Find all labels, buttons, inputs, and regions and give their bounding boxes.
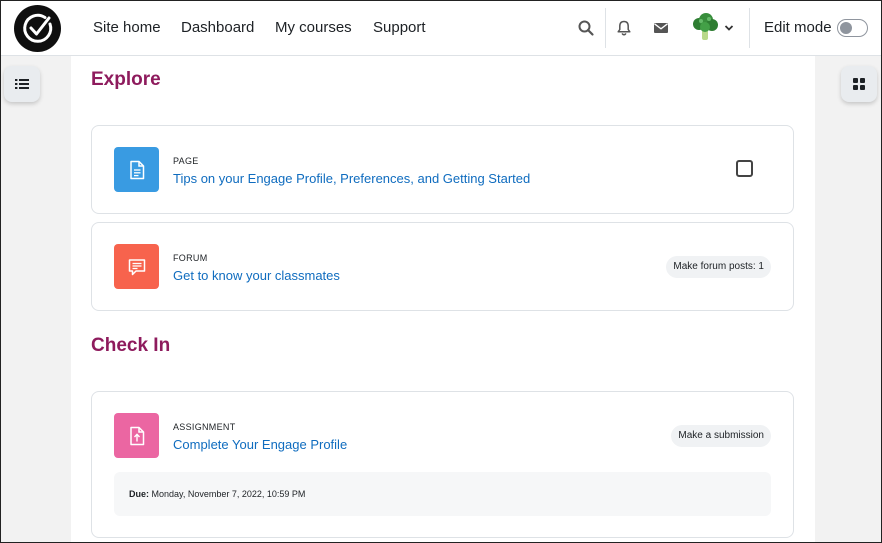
completion-checkbox[interactable] xyxy=(736,160,753,177)
completion-badge: Make a submission xyxy=(671,425,771,447)
section-title-check-in: Check In xyxy=(91,335,171,356)
edit-mode-label: Edit mode xyxy=(764,19,832,36)
section-title-explore: Explore xyxy=(91,69,161,90)
activity-card-page: PAGE Tips on your Engage Profile, Prefer… xyxy=(91,125,794,214)
site-logo[interactable] xyxy=(14,5,61,52)
navbar-divider xyxy=(749,8,750,48)
course-index-toggle[interactable] xyxy=(4,66,40,102)
list-icon xyxy=(15,79,29,89)
completion-badge: Make forum posts: 1 xyxy=(666,256,771,278)
forum-icon xyxy=(114,244,159,289)
nav-dashboard[interactable]: Dashboard xyxy=(181,19,254,36)
user-avatar-broccoli-icon[interactable] xyxy=(690,12,720,42)
nav-support[interactable]: Support xyxy=(373,19,426,36)
notification-bell-icon[interactable] xyxy=(615,19,633,37)
nav-my-courses[interactable]: My courses xyxy=(275,19,352,36)
due-label: Due: xyxy=(129,489,149,499)
navbar-divider xyxy=(605,8,606,48)
toggle-knob xyxy=(840,22,852,34)
nav-site-home[interactable]: Site home xyxy=(93,19,161,36)
user-menu-chevron-down-icon[interactable] xyxy=(724,24,734,32)
activity-type-label: FORUM xyxy=(173,253,208,263)
activity-type-label: PAGE xyxy=(173,156,199,166)
activity-link-page[interactable]: Tips on your Engage Profile, Preferences… xyxy=(173,171,530,186)
top-navbar: Site home Dashboard My courses Support E… xyxy=(0,0,882,56)
search-icon[interactable] xyxy=(577,19,595,37)
page-icon xyxy=(114,147,159,192)
messages-envelope-icon[interactable] xyxy=(652,19,670,37)
edit-mode-toggle[interactable] xyxy=(837,19,868,37)
due-date: Monday, November 7, 2022, 10:59 PM xyxy=(151,489,306,499)
logo-check-icon xyxy=(23,13,53,43)
activity-type-label: ASSIGNMENT xyxy=(173,422,236,432)
block-drawer-toggle[interactable] xyxy=(841,66,877,102)
activity-link-forum[interactable]: Get to know your classmates xyxy=(173,268,340,283)
activity-card-assignment: ASSIGNMENT Complete Your Engage Profile … xyxy=(91,391,794,538)
activity-dates: Due: Monday, November 7, 2022, 10:59 PM xyxy=(114,472,771,516)
assignment-icon xyxy=(114,413,159,458)
activity-card-forum: FORUM Get to know your classmates Make f… xyxy=(91,222,794,311)
blocks-grid-icon xyxy=(853,78,865,90)
activity-link-assignment[interactable]: Complete Your Engage Profile xyxy=(173,437,347,452)
